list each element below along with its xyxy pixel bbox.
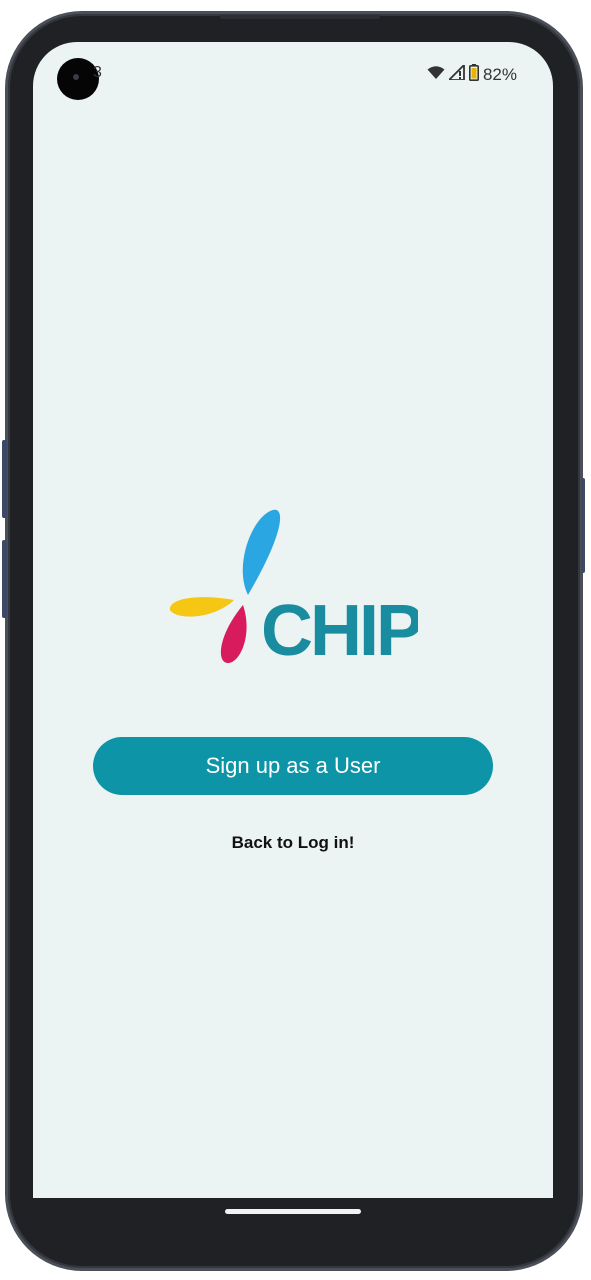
battery-percent: 82% xyxy=(482,65,517,84)
blue-petal xyxy=(242,509,281,595)
status-time: 3 xyxy=(93,64,102,81)
side-button xyxy=(581,478,585,573)
yellow-petal xyxy=(169,597,234,617)
battery-icon xyxy=(468,64,479,86)
back-to-login-link[interactable]: Back to Log in! xyxy=(33,833,553,853)
signal-icon xyxy=(446,62,465,85)
chip-logo: CHIP xyxy=(168,505,425,671)
power-button xyxy=(2,540,7,618)
navigation-bar xyxy=(33,1198,553,1240)
status-icons: 82% xyxy=(427,62,517,86)
signup-user-button[interactable]: Sign up as a User xyxy=(93,737,493,795)
logo-wordmark: CHIP xyxy=(261,591,418,670)
camera-lens xyxy=(73,74,79,80)
earpiece-speaker xyxy=(220,15,380,19)
home-indicator[interactable] xyxy=(225,1209,361,1214)
app-screen: 3 82% CHIP Sign up as a User Back to Log… xyxy=(33,42,553,1198)
volume-button xyxy=(2,440,7,518)
wifi-icon xyxy=(427,65,445,85)
pink-petal xyxy=(220,605,247,663)
